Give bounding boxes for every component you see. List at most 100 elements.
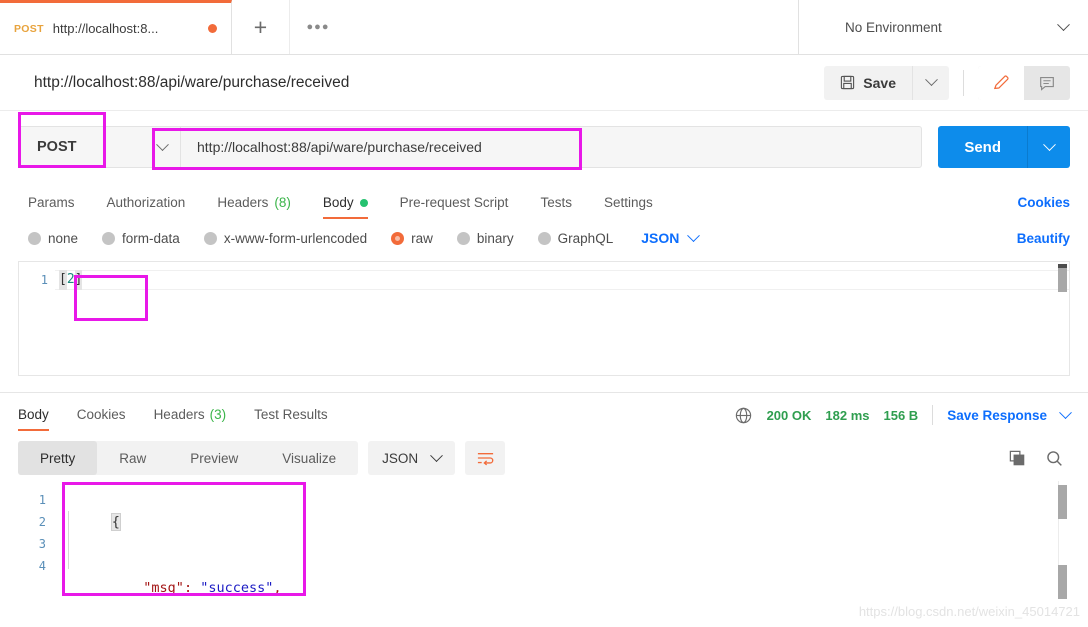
json-value: "success" xyxy=(200,580,274,596)
open-bracket-token: [ xyxy=(59,270,67,290)
view-mode-group xyxy=(978,65,1070,100)
view-visualize-button[interactable]: Visualize xyxy=(260,441,358,475)
body-type-form-data[interactable]: form-data xyxy=(102,231,180,246)
edit-request-button[interactable] xyxy=(978,65,1024,100)
tab-authorization-label: Authorization xyxy=(106,195,186,210)
body-type-graphql[interactable]: GraphQL xyxy=(537,230,614,246)
environment-selector[interactable]: No Environment xyxy=(798,0,1088,54)
watermark-text: https://blog.csdn.net/weixin_45014721 xyxy=(858,604,1080,619)
word-wrap-button[interactable] xyxy=(465,441,506,475)
tab-options-button[interactable]: ●●● xyxy=(290,0,346,54)
send-button-label: Send xyxy=(964,138,1001,156)
tab-bar: POST http://localhost:8... + ●●● No Envi… xyxy=(0,0,1088,55)
body-type-graphql-label: GraphQL xyxy=(557,230,614,246)
tab-body-label: Body xyxy=(322,195,354,210)
close-bracket-token: ] xyxy=(74,270,83,290)
response-view-segments: Pretty Raw Preview Visualize xyxy=(18,441,359,475)
new-tab-button[interactable]: + xyxy=(232,0,290,54)
tab-url-label: http://localhost:8... xyxy=(52,21,159,36)
url-bar: POST http://localhost:88/api/ware/purcha… xyxy=(0,111,1088,183)
response-format-selector[interactable]: JSON xyxy=(368,441,456,475)
send-button[interactable]: Send xyxy=(938,126,1028,168)
view-pretty-button[interactable]: Pretty xyxy=(18,441,98,475)
response-meta: 200 OK 182 ms 156 B Save Response xyxy=(734,405,1072,431)
tab-headers-label: Headers xyxy=(217,195,269,210)
request-editor-code[interactable]: [2] xyxy=(55,262,1069,375)
globe-icon xyxy=(734,406,753,425)
response-action-icons xyxy=(1008,449,1070,468)
view-preview-button[interactable]: Preview xyxy=(168,441,260,475)
response-scrollbar-track[interactable] xyxy=(1058,481,1069,599)
chevron-down-icon[interactable] xyxy=(1059,405,1072,419)
tab-params-label: Params xyxy=(28,195,75,210)
copy-icon[interactable] xyxy=(1008,449,1027,468)
tab-settings[interactable]: Settings xyxy=(604,195,653,219)
response-scrollbar-thumb[interactable] xyxy=(1058,485,1067,519)
save-button[interactable]: Save xyxy=(824,65,913,100)
send-options-button[interactable] xyxy=(1028,126,1070,168)
body-format-label: JSON xyxy=(641,230,680,246)
view-raw-label: Raw xyxy=(119,450,147,466)
response-json: { "msg": "success", "code": 0 } xyxy=(62,489,282,627)
line-number: 2 xyxy=(38,515,46,529)
open-brace-token: { xyxy=(110,513,121,531)
toolbar-divider xyxy=(963,69,964,96)
tab-headers[interactable]: Headers (8) xyxy=(217,195,291,219)
response-tab-cookies[interactable]: Cookies xyxy=(77,407,126,431)
body-type-form-data-label: form-data xyxy=(122,230,180,246)
radio-icon xyxy=(203,231,217,245)
request-editor-scrollbar[interactable] xyxy=(1058,264,1067,292)
tab-authorization[interactable]: Authorization xyxy=(107,195,186,219)
tab-params[interactable]: Params xyxy=(28,195,75,219)
request-body-editor[interactable]: 1 [2] xyxy=(18,261,1070,376)
body-type-raw[interactable]: raw xyxy=(391,231,433,246)
response-body-viewer[interactable]: 1 2 3 4 { "msg": "success", "code": 0 } xyxy=(18,481,1070,599)
body-type-binary-label: binary xyxy=(476,230,514,246)
body-type-none[interactable]: none xyxy=(28,231,78,246)
ellipsis-icon: ●●● xyxy=(306,21,330,33)
comments-button[interactable] xyxy=(1024,66,1070,100)
request-title-bar: http://localhost:88/api/ware/purchase/re… xyxy=(0,55,1088,111)
response-tab-cookies-label: Cookies xyxy=(76,407,126,422)
cookies-link[interactable]: Cookies xyxy=(1017,195,1070,210)
tab-body[interactable]: Body xyxy=(322,195,368,219)
http-method-label: POST xyxy=(37,139,77,155)
http-method-caret-button[interactable] xyxy=(144,126,180,168)
view-raw-button[interactable]: Raw xyxy=(97,441,168,475)
chevron-down-icon xyxy=(430,448,443,462)
tab-headers-count: (8) xyxy=(274,195,291,210)
tab-pre-request-script-label: Pre-request Script xyxy=(399,195,509,210)
line-number: 4 xyxy=(38,559,46,573)
url-input-value: http://localhost:88/api/ware/purchase/re… xyxy=(197,139,482,155)
tab-bar-spacer xyxy=(346,0,798,54)
http-method-selector[interactable]: POST xyxy=(18,126,144,168)
tab-pre-request-script[interactable]: Pre-request Script xyxy=(400,195,509,219)
body-type-urlencoded[interactable]: x-www-form-urlencoded xyxy=(203,231,367,246)
tab-tests[interactable]: Tests xyxy=(540,195,572,219)
search-icon[interactable] xyxy=(1045,449,1064,468)
radio-icon xyxy=(456,231,470,245)
request-tabs: Params Authorization Headers (8) Body Pr… xyxy=(0,183,1088,219)
word-wrap-icon xyxy=(476,450,495,466)
response-tab-test-results[interactable]: Test Results xyxy=(254,407,328,431)
response-gutter: 1 2 3 4 xyxy=(18,489,52,577)
body-format-selector[interactable]: JSON xyxy=(641,228,701,246)
radio-icon xyxy=(28,231,41,245)
beautify-link[interactable]: Beautify xyxy=(1017,231,1070,246)
response-tab-headers[interactable]: Headers (3) xyxy=(154,407,227,431)
line-number: 1 xyxy=(40,273,48,287)
body-type-binary[interactable]: binary xyxy=(456,230,514,246)
chevron-down-icon xyxy=(924,73,938,87)
response-tab-body[interactable]: Body xyxy=(18,407,49,431)
response-tab-test-results-label: Test Results xyxy=(254,407,328,422)
save-options-button[interactable] xyxy=(913,65,949,100)
response-scrollbar-thumb-secondary[interactable] xyxy=(1058,565,1067,599)
request-tab-active[interactable]: POST http://localhost:8... xyxy=(0,0,232,54)
response-size: 156 B xyxy=(883,407,919,423)
save-button-label: Save xyxy=(863,74,896,91)
code-fold-guide xyxy=(68,511,69,569)
save-response-button[interactable]: Save Response xyxy=(947,408,1047,423)
url-input[interactable]: http://localhost:88/api/ware/purchase/re… xyxy=(180,126,923,168)
body-type-options: none form-data x-www-form-urlencoded raw… xyxy=(0,219,1088,257)
chevron-down-icon xyxy=(687,228,701,242)
